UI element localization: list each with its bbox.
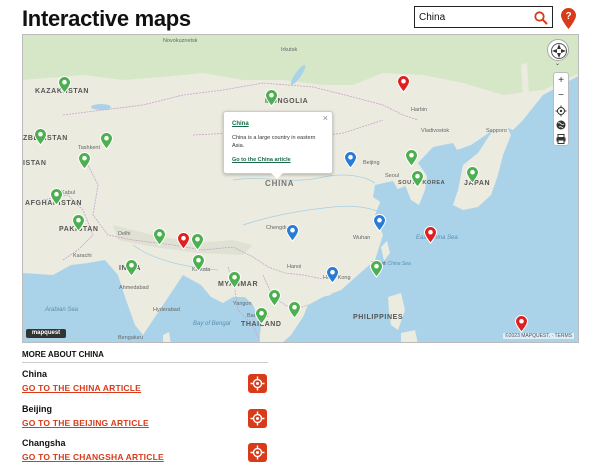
label-hyderabad: Hyderabad [153, 307, 180, 313]
popup-description: China is a large country in eastern Asia… [232, 135, 316, 149]
search-input[interactable] [419, 9, 531, 26]
map-base [23, 35, 578, 342]
location-marker-blue[interactable] [326, 266, 339, 284]
location-marker-green[interactable] [100, 132, 113, 150]
label-tashkent: Tashkent [78, 145, 101, 151]
label-krasnoyarsk: Irkutsk [281, 47, 298, 53]
label-sapporo: Sapporo [486, 128, 507, 134]
location-marker-green[interactable] [34, 128, 47, 146]
label-ahmedabad: Ahmedabad [119, 285, 149, 291]
location-marker-green[interactable] [405, 149, 418, 167]
label-hanoi: Hanoi [287, 264, 302, 270]
location-marker-green[interactable] [153, 228, 166, 246]
compass-icon [551, 43, 567, 59]
location-marker-blue[interactable] [286, 224, 299, 242]
related-item: Changsha GO TO THE CHANGSHA ARTICLE [22, 438, 272, 464]
location-marker-green[interactable] [125, 259, 138, 277]
search-box[interactable] [414, 6, 553, 28]
question-marker-icon[interactable]: ? [560, 7, 577, 30]
zoom-out-button[interactable]: − [554, 89, 568, 103]
related-item-name: Changsha [22, 438, 66, 448]
location-marker-red[interactable] [424, 226, 437, 244]
location-marker-green[interactable] [411, 170, 424, 188]
related-item-name: Beijing [22, 404, 53, 414]
label-yangon: Yangon [233, 301, 252, 307]
label-harbin: Harbin [411, 107, 428, 113]
location-marker-green[interactable] [288, 301, 301, 319]
locate-me-icon[interactable] [554, 104, 568, 118]
location-marker-green[interactable] [265, 89, 278, 107]
map-controls: + − [553, 72, 569, 146]
label-novokuznetsk: Novokuznetsk [163, 38, 198, 44]
search-icon[interactable] [533, 10, 549, 26]
label-kabul: Kabul [61, 190, 76, 196]
popup-title-link[interactable]: China [232, 121, 249, 127]
location-marker-red[interactable] [177, 232, 190, 250]
label-vladivostok: Vladivostok [421, 128, 450, 134]
location-marker-green[interactable] [268, 289, 281, 307]
mapquest-logo: mapquest [26, 329, 66, 338]
label-wuhan: Wuhan [353, 235, 371, 241]
location-marker-red[interactable] [515, 315, 528, 333]
map-credit[interactable]: ©2023 MAPQUEST, · TERMS [503, 333, 574, 339]
locate-on-map-icon[interactable] [248, 443, 267, 462]
globe-icon[interactable] [554, 118, 568, 132]
location-marker-red[interactable] [397, 75, 410, 93]
location-marker-green[interactable] [58, 76, 71, 94]
location-marker-green[interactable] [228, 271, 241, 289]
related-item-link[interactable]: GO TO THE BEIJING ARTICLE [22, 418, 149, 428]
label-uzbekistan: ISTAN [23, 160, 47, 167]
location-marker-green[interactable] [466, 166, 479, 184]
location-marker-green[interactable] [78, 152, 91, 170]
location-marker-green[interactable] [50, 188, 63, 206]
label-philippines: PHILIPPINES [353, 314, 404, 321]
related-item-link[interactable]: GO TO THE CHANGSHA ARTICLE [22, 452, 164, 462]
locate-on-map-icon[interactable] [248, 409, 267, 428]
zoom-in-button[interactable]: + [554, 74, 568, 88]
label-chengdu: Chengdu [266, 225, 289, 231]
pan-control[interactable] [547, 39, 569, 61]
label-bengaluru: Bengaluru [118, 335, 144, 341]
label-china: CHINA [265, 179, 295, 188]
location-marker-green[interactable] [255, 307, 268, 325]
location-marker-blue[interactable] [373, 214, 386, 232]
more-about-heading: MORE ABOUT CHINA [22, 350, 268, 363]
label-bay-of-bengal: Bay of Bengal [193, 321, 231, 327]
label-arabian-sea: Arabian Sea [45, 307, 79, 313]
chevron-down-icon[interactable]: ⌄ [555, 60, 560, 67]
popup-pointer [271, 173, 283, 179]
popup-close-button[interactable]: × [323, 113, 328, 123]
related-item: Beijing GO TO THE BEIJING ARTICLE [22, 404, 272, 430]
print-icon[interactable] [554, 132, 568, 146]
related-item-name: China [22, 369, 48, 379]
location-marker-green[interactable] [192, 254, 205, 272]
location-marker-blue[interactable] [344, 151, 357, 169]
label-delhi: Delhi [118, 231, 131, 237]
map-popup: × China China is a large country in east… [223, 111, 333, 174]
label-seoul: Seoul [385, 173, 400, 179]
page-title: Interactive maps [22, 6, 191, 31]
related-item-link[interactable]: GO TO THE CHINA ARTICLE [22, 383, 141, 393]
location-marker-green[interactable] [370, 260, 383, 278]
map-view[interactable]: KAZAKHSTAN MONGOLIA CHINA AFGHANISTAN PA… [22, 34, 579, 343]
popup-article-link[interactable]: Go to the China article [232, 157, 291, 163]
label-karachi: Karachi [73, 253, 92, 259]
help-label: ? [565, 11, 571, 22]
related-item: China GO TO THE CHINA ARTICLE [22, 369, 272, 395]
location-marker-green[interactable] [72, 214, 85, 232]
label-beijing-city: Beijing [363, 160, 380, 166]
locate-on-map-icon[interactable] [248, 374, 267, 393]
location-marker-green[interactable] [191, 233, 204, 251]
